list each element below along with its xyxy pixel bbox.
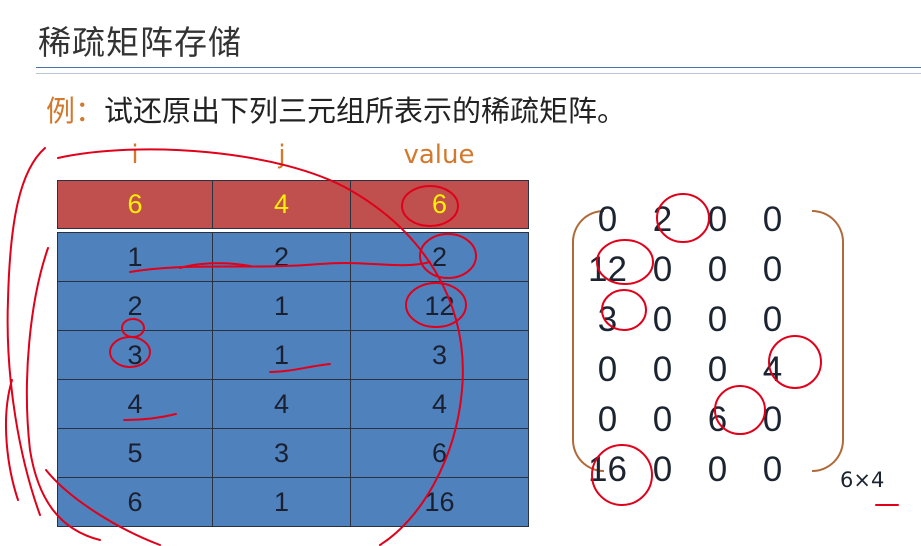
title-divider (36, 67, 921, 68)
annotation-stroke (5, 379, 19, 501)
matrix-cell: 0 (652, 450, 673, 489)
matrix-cell: 0 (652, 250, 673, 289)
table-cell: 16 (350, 477, 529, 527)
example-prompt: 例：试还原出下列三元组所表示的稀疏矩阵。 (46, 88, 626, 130)
table-cell: 2 (350, 232, 529, 282)
matrix-row: 3 0 0 0 (580, 295, 800, 345)
matrix-row: 0 0 6 0 (580, 395, 800, 445)
matrix-row: 12 0 0 0 (580, 245, 800, 295)
matrix-row: 0 0 0 4 (580, 345, 800, 395)
table-row: 3 1 3 (57, 330, 529, 380)
triple-table: 6 4 6 1 2 2 2 1 12 3 1 3 4 4 4 5 3 6 6 1… (57, 180, 529, 527)
matrix-cell: 0 (707, 250, 728, 289)
table-cell: 6 (57, 477, 213, 527)
slide-title: 稀疏矩阵存储 (38, 23, 242, 62)
table-cell: 2 (212, 232, 351, 282)
table-row: 1 2 2 (57, 232, 529, 282)
column-label-j: j (278, 140, 286, 170)
table-cell: 3 (212, 428, 351, 478)
sparse-matrix: 0 2 0 0 12 0 0 0 3 0 0 0 0 0 0 4 0 0 6 0… (580, 195, 800, 495)
matrix-cell: 16 (588, 450, 627, 489)
table-row: 2 1 12 (57, 281, 529, 331)
matrix-cell: 2 (652, 200, 673, 239)
title-divider-secondary (36, 73, 921, 74)
table-cell: 1 (212, 281, 351, 331)
matrix-cell: 0 (707, 200, 728, 239)
table-cell: 4 (57, 379, 213, 429)
table-cell: 1 (57, 232, 213, 282)
table-cell: 6 (57, 180, 213, 229)
matrix-cell: 0 (652, 300, 673, 339)
matrix-cell: 0 (597, 350, 618, 389)
matrix-cell: 0 (652, 400, 673, 439)
table-cell: 1 (212, 330, 351, 380)
matrix-row: 16 0 0 0 (580, 445, 800, 495)
column-label-i: i (131, 140, 139, 170)
example-text: 试还原出下列三元组所表示的稀疏矩阵。 (104, 94, 627, 128)
matrix-cell: 0 (597, 200, 618, 239)
matrix-cell: 0 (762, 250, 783, 289)
table-cell: 3 (350, 330, 529, 380)
matrix-cell: 0 (597, 400, 618, 439)
table-cell: 4 (350, 379, 529, 429)
column-label-value: value (403, 140, 475, 170)
matrix-cell: 6 (707, 400, 728, 439)
matrix-cell: 0 (762, 200, 783, 239)
table-cell: 3 (57, 330, 213, 380)
matrix-cell: 12 (588, 250, 627, 289)
table-row: 6 1 16 (57, 477, 529, 527)
matrix-cell: 4 (762, 350, 783, 389)
table-cell: 4 (212, 379, 351, 429)
table-cell: 4 (212, 180, 351, 229)
table-cell: 6 (350, 180, 529, 229)
matrix-cell: 0 (707, 300, 728, 339)
table-cell: 12 (350, 281, 529, 331)
matrix-cell: 3 (597, 300, 618, 339)
table-cell: 1 (212, 477, 351, 527)
table-row: 4 4 4 (57, 379, 529, 429)
example-lead: 例： (46, 94, 105, 128)
matrix-cell: 0 (707, 350, 728, 389)
annotation-stroke (6, 147, 46, 516)
matrix-cell: 0 (652, 350, 673, 389)
matrix-cell: 0 (762, 450, 783, 489)
matrix-cell: 0 (707, 450, 728, 489)
matrix-cell: 0 (762, 400, 783, 439)
table-header-row: 6 4 6 (57, 180, 529, 229)
table-cell: 2 (57, 281, 213, 331)
matrix-row: 0 2 0 0 (580, 195, 800, 245)
table-row: 5 3 6 (57, 428, 529, 478)
matrix-dimensions: 6×4 (840, 468, 885, 492)
table-cell: 6 (350, 428, 529, 478)
table-cell: 5 (57, 428, 213, 478)
matrix-right-bracket (812, 210, 844, 472)
matrix-cell: 0 (762, 300, 783, 339)
